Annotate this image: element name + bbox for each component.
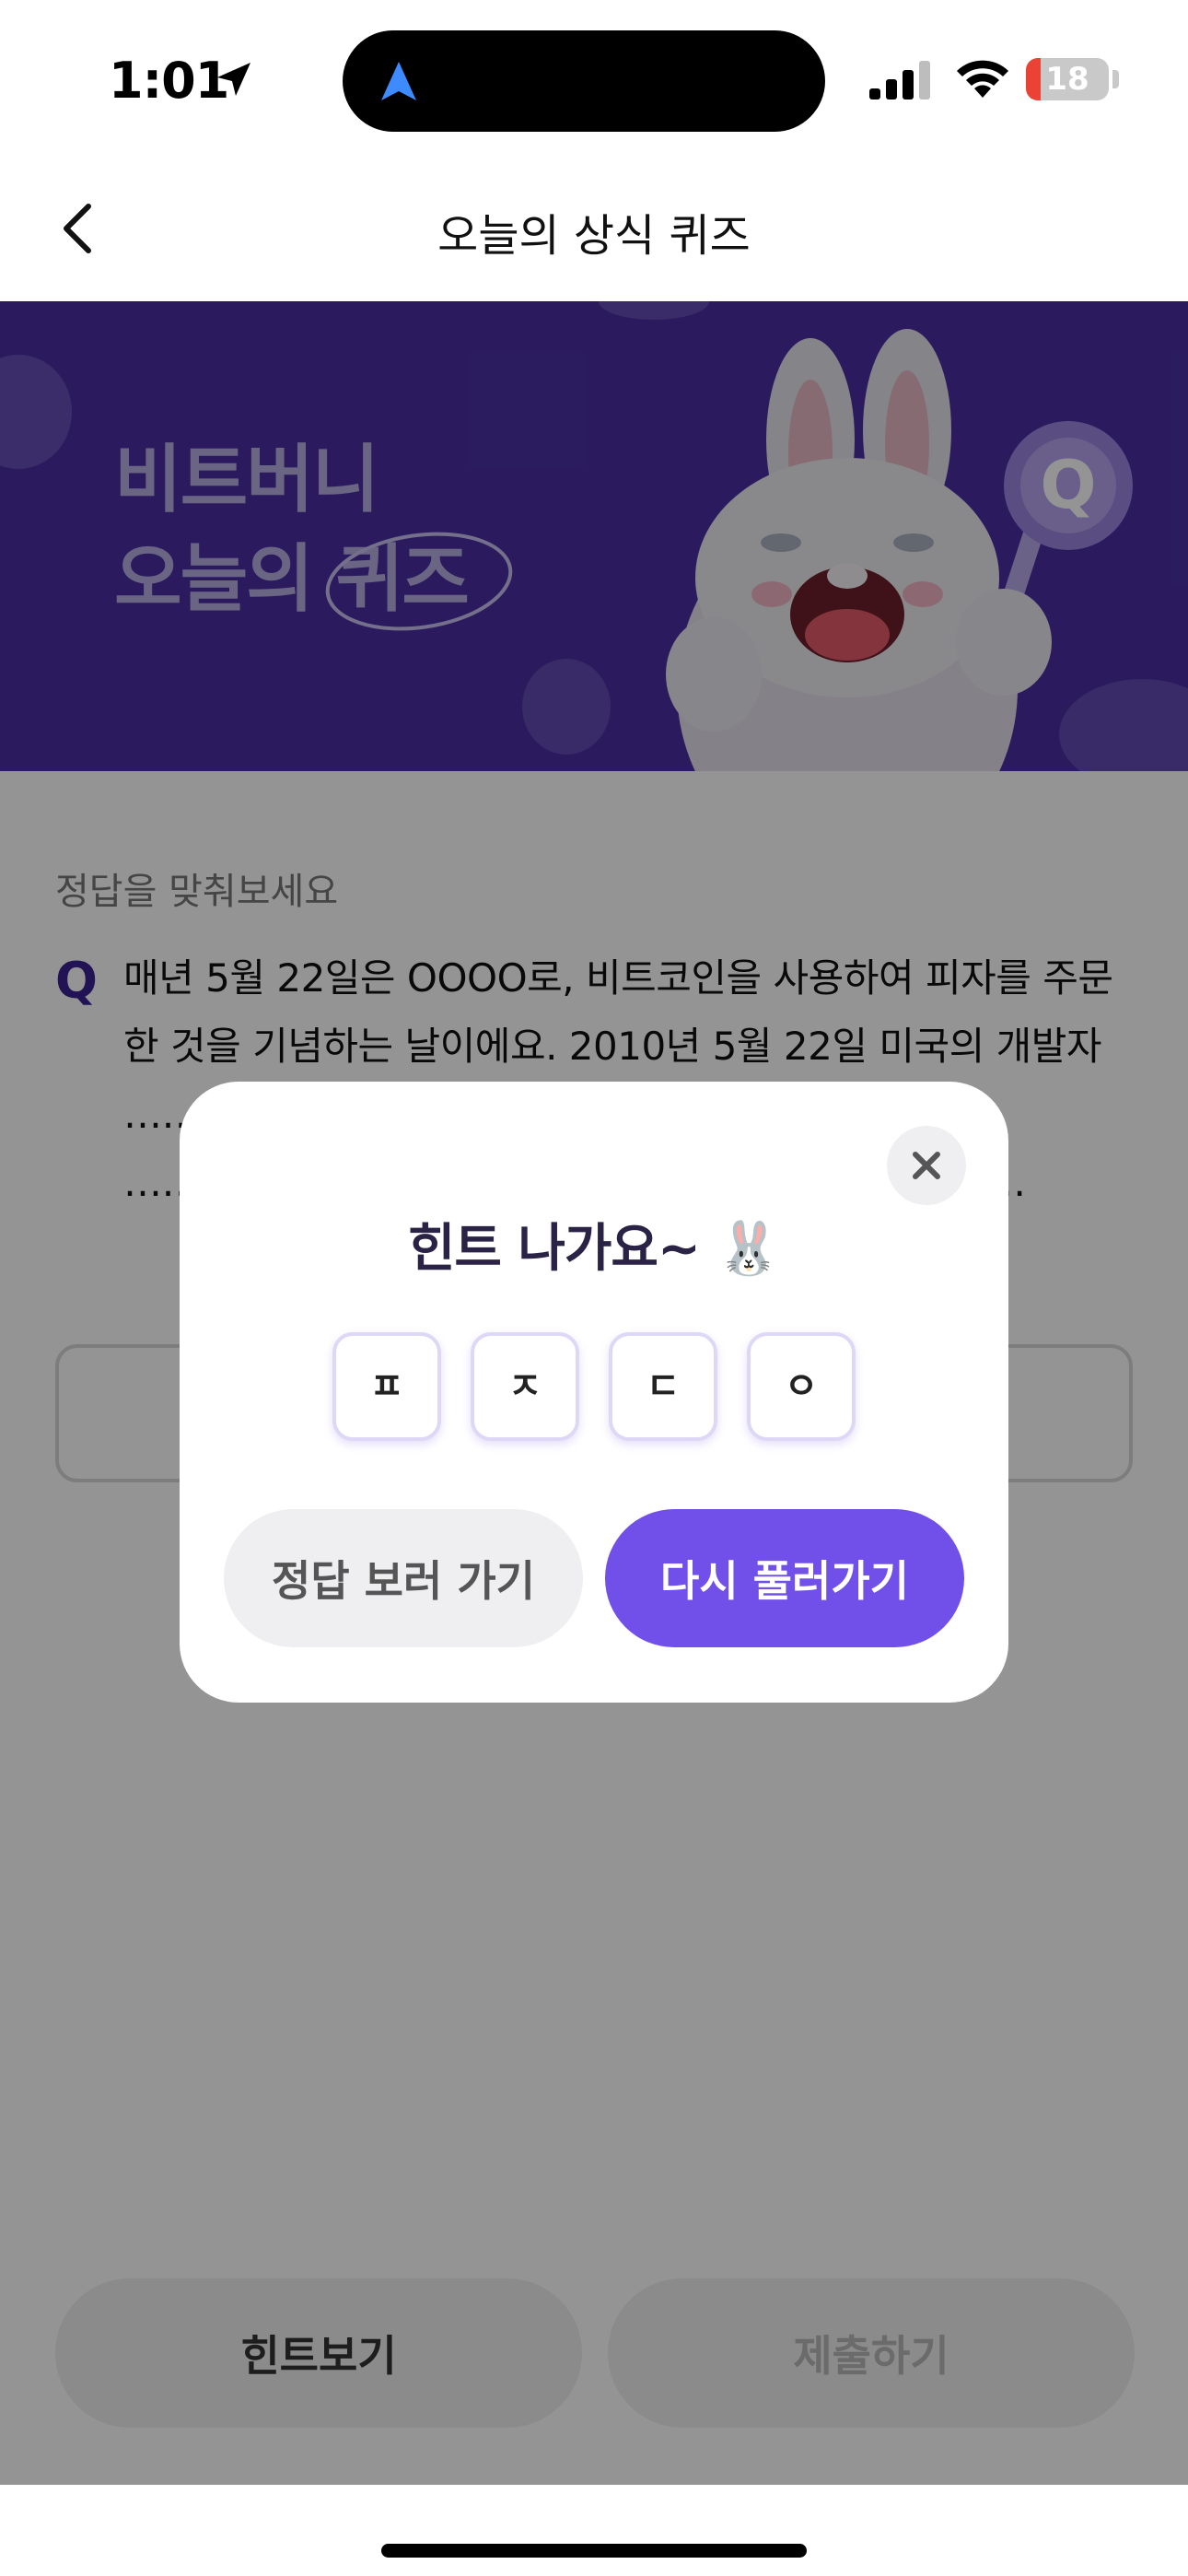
battery-level: 18	[1045, 61, 1089, 98]
modal-title-text: 힌트 나가요~	[407, 1219, 701, 1279]
location-arrow-icon	[217, 63, 250, 96]
modal-title: 힌트 나가요~ 🐰	[180, 1207, 1008, 1282]
close-button[interactable]	[887, 1126, 966, 1205]
retry-button[interactable]: 다시 풀러가기	[605, 1509, 964, 1647]
hint-tile: ㅈ	[471, 1332, 579, 1441]
wifi-icon	[957, 60, 1008, 98]
hint-tile: ㅍ	[332, 1332, 441, 1441]
nav-header: 오늘의 상식 퀴즈	[0, 157, 1188, 301]
cellular-signal-icon	[869, 61, 930, 100]
battery-cap	[1112, 70, 1119, 88]
status-bar: 1:01 18	[0, 0, 1188, 157]
page-title: 오늘의 상식 퀴즈	[437, 210, 751, 262]
status-time: 1:01	[109, 52, 229, 110]
see-answer-button[interactable]: 정답 보러 가기	[224, 1509, 583, 1647]
home-bar	[0, 2485, 1188, 2576]
home-indicator[interactable]	[381, 2544, 807, 2558]
navigation-arrow-icon	[381, 62, 416, 100]
hint-modal: 힌트 나가요~ 🐰 ㅍ ㅈ ㄷ ㅇ 정답 보러 가기 다시 풀러가기	[180, 1082, 1008, 1703]
hint-tile: ㅇ	[747, 1332, 856, 1441]
close-icon	[913, 1152, 940, 1179]
hint-tiles: ㅍ ㅈ ㄷ ㅇ	[332, 1332, 857, 1441]
rabbit-emoji-icon: 🐰	[716, 1219, 781, 1279]
battery-indicator: 18	[1026, 58, 1109, 100]
hint-tile: ㄷ	[609, 1332, 717, 1441]
dynamic-island	[343, 30, 825, 132]
